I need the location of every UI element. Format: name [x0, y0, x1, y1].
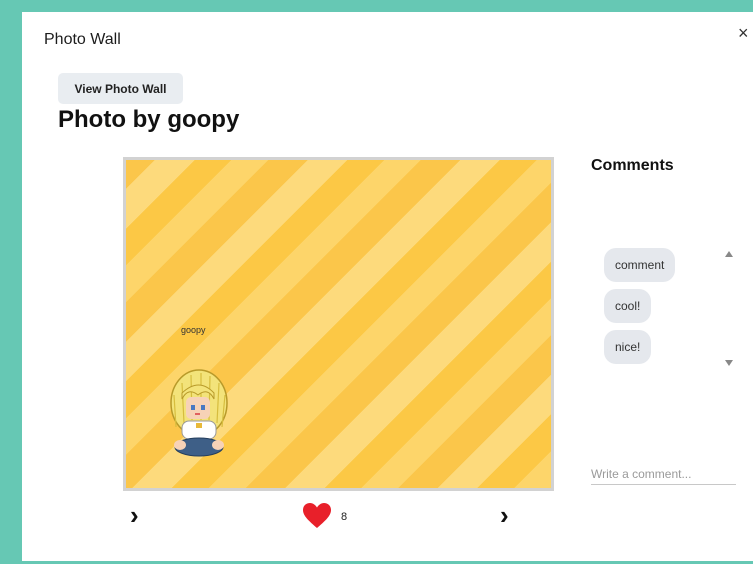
comments-heading: Comments: [591, 157, 674, 174]
close-button[interactable]: ×: [738, 24, 749, 42]
photo-image: goopy: [123, 157, 554, 491]
photo-title: Photo by goopy: [58, 106, 240, 133]
comment-list: comment cool! nice!: [604, 248, 676, 371]
scroll-down-arrow-icon[interactable]: [725, 360, 733, 366]
comment-bubble: comment: [604, 248, 676, 282]
player-name-label: goopy: [181, 325, 206, 335]
like-count: 8: [341, 511, 348, 523]
comment-bubble: cool!: [604, 289, 652, 323]
heart-icon[interactable]: [303, 503, 331, 529]
window-title: Photo Wall: [44, 31, 121, 48]
next-photo-chevron-icon[interactable]: ›: [500, 502, 509, 528]
scroll-up-arrow-icon[interactable]: [725, 251, 733, 257]
comment-bubble: nice!: [604, 330, 652, 364]
comment-input[interactable]: [591, 463, 736, 485]
player-avatar: [170, 369, 228, 457]
view-photo-wall-button[interactable]: View Photo Wall: [58, 73, 183, 104]
previous-photo-chevron-icon[interactable]: ›: [130, 502, 139, 528]
